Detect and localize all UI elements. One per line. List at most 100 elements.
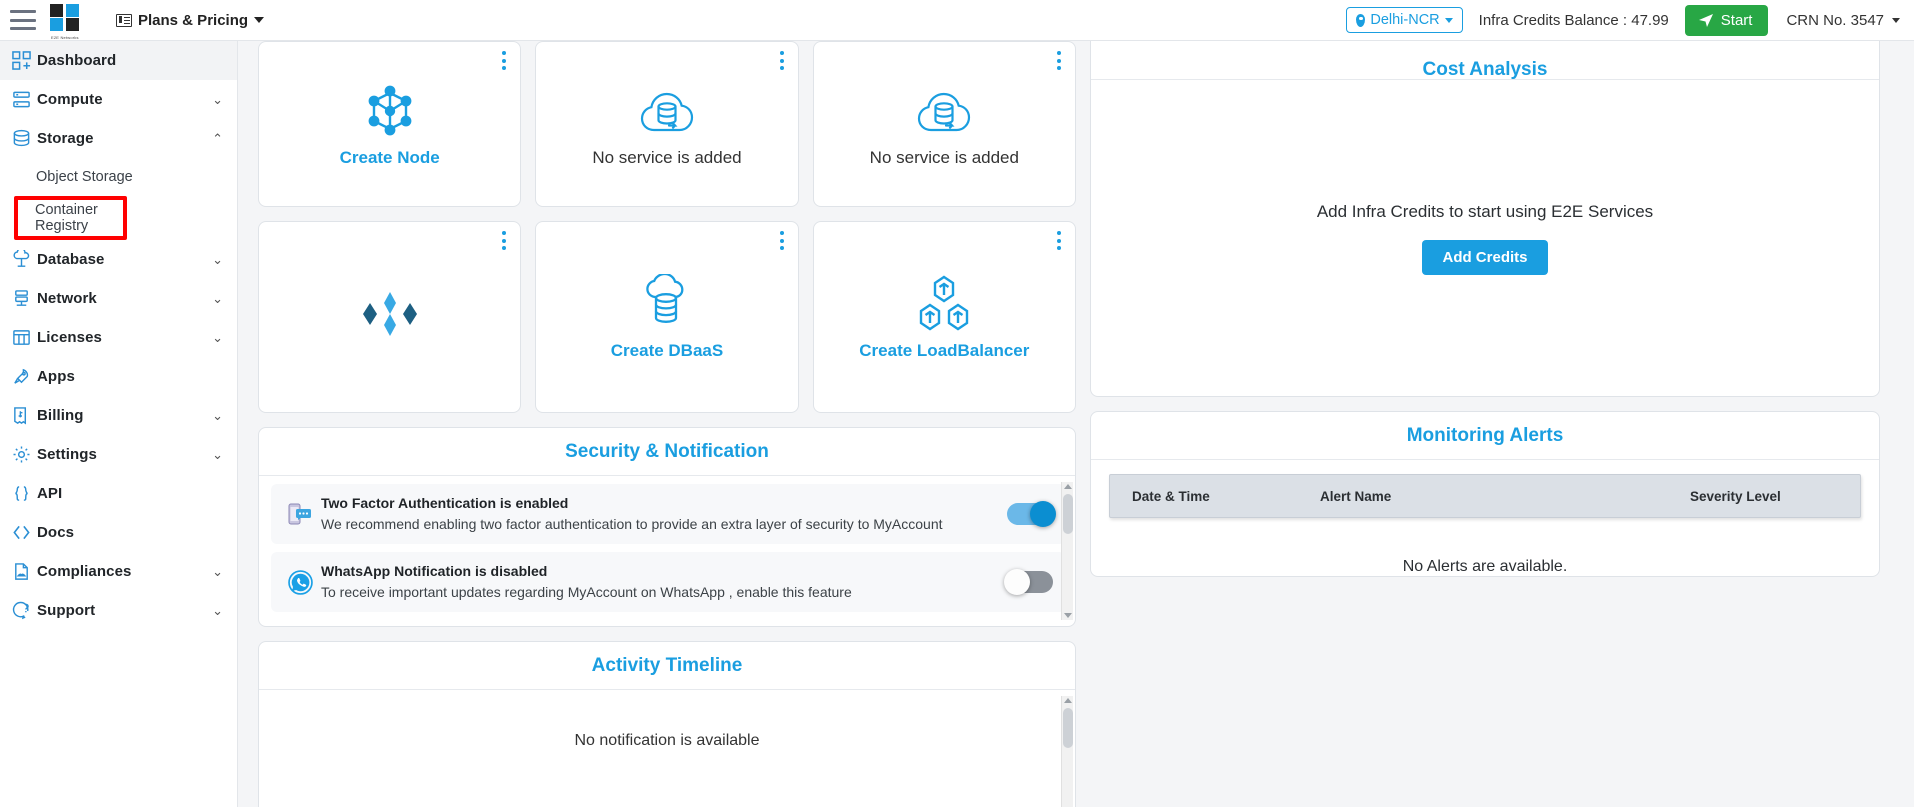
chevron-down-icon: ⌄ [212, 603, 223, 618]
service-card-label: No service is added [592, 148, 742, 167]
chevron-down-icon: ⌄ [212, 291, 223, 306]
crn-menu[interactable]: CRN No. 3547 [1786, 12, 1900, 29]
sidebar-item-storage[interactable]: Storage ⌃ [0, 119, 237, 158]
chevron-down-icon: ⌄ [212, 447, 223, 462]
security-row-text: WhatsApp Notification is disabled To rec… [317, 561, 1007, 603]
service-card-create-dbaas[interactable]: Create DBaaS [535, 221, 799, 413]
alerts-table-header: Date & Time Alert Name Severity Level [1109, 474, 1861, 518]
alerts-empty-message: No Alerts are available. [1402, 558, 1568, 575]
column-header-date-time: Date & Time [1132, 488, 1210, 504]
sidebar-item-label: Compute [37, 91, 103, 108]
sidebar-item-object-storage[interactable]: Object Storage [0, 158, 237, 196]
sidebar-item-label: Docs [37, 524, 75, 541]
billing-icon [12, 406, 37, 425]
sidebar-item-apps[interactable]: Apps [0, 357, 237, 396]
sidebar-item-container-registry[interactable]: Container Registry [14, 196, 127, 240]
service-card-create-loadbalancer[interactable]: Create LoadBalancer [812, 221, 1076, 413]
e2e-networks-logo: E2E Networks [50, 3, 84, 40]
sidebar-item-label: Database [37, 251, 105, 268]
scroll-up-icon[interactable] [1064, 484, 1072, 489]
sidebar-item-support[interactable]: Support ⌄ [0, 591, 237, 630]
sidebar-item-licenses[interactable]: Licenses ⌄ [0, 318, 237, 357]
service-card-label: Create DBaaS [610, 341, 724, 360]
code-icon [12, 523, 37, 542]
security-row-desc: To receive important updates regarding M… [321, 584, 852, 600]
panel-header: Monitoring Alerts [1091, 412, 1879, 460]
sidebar-item-label: Apps [37, 368, 75, 385]
panel-title: Monitoring Alerts [1406, 424, 1564, 446]
send-icon [1698, 14, 1713, 27]
sidebar-subitem-label: Container Registry [35, 202, 98, 234]
region-selector[interactable]: Delhi-NCR [1346, 7, 1463, 33]
sidebar-item-settings[interactable]: Settings ⌄ [0, 435, 237, 474]
panel-title: Activity Timeline [591, 654, 743, 676]
gear-icon [12, 445, 37, 464]
two-factor-toggle[interactable] [1007, 501, 1056, 527]
card-menu-icon[interactable] [779, 51, 784, 74]
sidebar-item-label: Settings [37, 446, 97, 463]
start-button[interactable]: Start [1684, 4, 1769, 36]
chevron-down-icon: ⌄ [212, 564, 223, 579]
cost-analysis-panel: Cost Analysis Add Infra Credits to start… [1090, 41, 1880, 397]
security-row-two-factor: Two Factor Authentication is enabled We … [271, 484, 1065, 544]
logo-brand-text: E2E Networks [51, 35, 79, 40]
security-row-whatsapp: WhatsApp Notification is disabled To rec… [271, 552, 1065, 612]
sidebar-item-label: Licenses [37, 329, 103, 346]
cost-analysis-message: Add Infra Credits to start using E2E Ser… [1316, 201, 1654, 221]
sidebar-item-label: Dashboard [37, 52, 117, 69]
security-rows: Two Factor Authentication is enabled We … [259, 476, 1075, 626]
scroll-down-icon[interactable] [1064, 613, 1072, 618]
chevron-down-icon [1444, 17, 1453, 23]
service-card-create-node[interactable]: Create Node [258, 41, 522, 207]
card-menu-icon[interactable] [779, 231, 784, 254]
activity-scrollbar[interactable] [1061, 696, 1073, 807]
sidebar-item-billing[interactable]: Billing ⌄ [0, 396, 237, 435]
chevron-up-icon: ⌃ [212, 131, 223, 146]
chevron-down-icon [1892, 17, 1900, 23]
service-card-label: Create Node [339, 148, 440, 167]
service-card-empty-1[interactable]: No service is added [535, 41, 799, 207]
sidebar-item-compute[interactable]: Compute ⌄ [0, 80, 237, 119]
grid-list-icon [116, 13, 132, 27]
scroll-up-icon[interactable] [1064, 698, 1072, 703]
panel-title: Cost Analysis [1422, 59, 1548, 80]
plans-and-pricing-menu[interactable]: Plans & Pricing [116, 11, 265, 29]
security-row-desc: We recommend enabling two factor authent… [321, 516, 943, 532]
add-credits-button[interactable]: Add Credits [1422, 239, 1548, 275]
card-menu-icon[interactable] [502, 231, 507, 254]
main-content: Create Node No service is added No servi… [238, 41, 1914, 807]
top-bar-right: Delhi-NCR Infra Credits Balance : 47.99 … [1346, 4, 1914, 36]
card-menu-icon[interactable] [1057, 231, 1061, 254]
sidebar-item-dashboard[interactable]: Dashboard [0, 41, 237, 80]
security-notification-panel: Security & Notification Two Factor Authe… [258, 427, 1076, 627]
whatsapp-toggle[interactable] [1004, 569, 1053, 595]
cloud-db-icon [638, 80, 696, 142]
sidebar-item-compliances[interactable]: Compliances ⌄ [0, 552, 237, 591]
panel-header: Activity Timeline [259, 642, 1075, 690]
chevron-down-icon: ⌄ [212, 408, 223, 423]
rocket-icon [12, 367, 37, 386]
sidebar-item-api[interactable]: API [0, 474, 237, 513]
sidebar-item-docs[interactable]: Docs [0, 513, 237, 552]
hamburger-icon[interactable] [10, 10, 36, 30]
monitoring-alerts-panel: Monitoring Alerts Date & Time Alert Name… [1090, 411, 1880, 577]
region-label: Delhi-NCR [1370, 12, 1440, 28]
sidebar-item-network[interactable]: Network ⌄ [0, 279, 237, 318]
column-header-alert-name: Alert Name [1320, 488, 1392, 504]
service-card-diamonds[interactable] [258, 221, 522, 413]
sidebar-item-database[interactable]: Database ⌄ [0, 240, 237, 279]
sidebar-item-label: Compliances [37, 563, 132, 580]
scrollbar-thumb[interactable] [1063, 708, 1073, 748]
security-scrollbar[interactable] [1061, 482, 1073, 620]
dashboard-icon [12, 51, 37, 70]
card-menu-icon[interactable] [502, 51, 507, 74]
card-menu-icon[interactable] [1057, 51, 1061, 74]
security-row-title: Two Factor Authentication is enabled [321, 495, 569, 511]
service-card-empty-2[interactable]: No service is added [812, 41, 1076, 207]
crn-label: CRN No. 3547 [1786, 11, 1884, 29]
scrollbar-thumb[interactable] [1063, 494, 1073, 534]
panel-title: Security & Notification [565, 440, 769, 462]
plans-and-pricing-label: Plans & Pricing [138, 11, 249, 29]
diamonds-icon [358, 283, 422, 345]
database-icon [12, 250, 37, 269]
